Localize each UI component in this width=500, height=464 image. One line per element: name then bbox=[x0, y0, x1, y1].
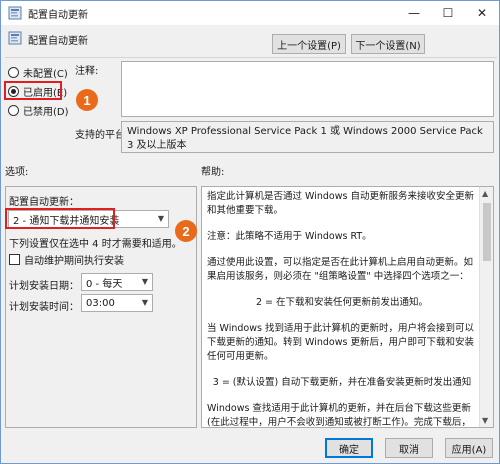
schedule-time-select[interactable]: 03:00 ▼ bbox=[81, 294, 153, 312]
radio-disabled[interactable]: 已禁用(D) bbox=[8, 103, 69, 118]
next-setting-button[interactable]: 下一个设置(N) bbox=[351, 34, 425, 54]
radio-label: 已禁用(D) bbox=[23, 106, 69, 118]
help-section-label: 帮助: bbox=[201, 167, 225, 178]
maintenance-checkbox[interactable] bbox=[9, 253, 20, 265]
help-paragraph: 3 = (默认设置) 自动下载更新，并在准备安装更新时发出通知 bbox=[212, 377, 472, 388]
highlight-enabled bbox=[4, 81, 62, 100]
select-value: 0 - 每天 bbox=[86, 278, 123, 290]
policy-icon bbox=[8, 6, 22, 20]
schedule-note: 下列设置仅在选中 4 时才需要和适用。 bbox=[9, 239, 182, 250]
scroll-down-icon[interactable]: ▼ bbox=[482, 416, 488, 425]
cancel-button[interactable]: 取消 bbox=[385, 438, 433, 458]
chevron-down-icon: ▼ bbox=[141, 277, 148, 286]
help-scrollbar[interactable]: ▲ ▼ bbox=[479, 187, 493, 427]
maximize-button[interactable]: ☐ bbox=[431, 1, 465, 25]
help-paragraph: 指定此计算机是否通过 Windows 自动更新服务来接收安全更新和其他重要下载。 bbox=[207, 191, 474, 216]
scroll-thumb[interactable] bbox=[483, 203, 491, 261]
divider bbox=[5, 57, 497, 58]
apply-button[interactable]: 应用(A) bbox=[445, 438, 493, 458]
close-button[interactable]: ✕ bbox=[465, 1, 499, 25]
chevron-down-icon: ▼ bbox=[157, 214, 164, 223]
help-paragraph: 当 Windows 找到适用于此计算机的更新时，用户将会接到可以下载更新的通知。… bbox=[207, 323, 474, 362]
schedule-day-label: 计划安装日期： bbox=[9, 281, 79, 292]
help-panel[interactable]: 指定此计算机是否通过 Windows 自动更新服务来接收安全更新和其他重要下载。… bbox=[201, 186, 494, 428]
help-paragraph: 注意：此策略不适用于 Windows RT。 bbox=[207, 231, 372, 242]
scroll-up-icon[interactable]: ▲ bbox=[482, 189, 488, 198]
help-paragraph: 2 = 在下载和安装任何更新前发出通知。 bbox=[255, 297, 429, 308]
chevron-down-icon: ▼ bbox=[141, 298, 148, 307]
radio-not-configured[interactable]: 未配置(C) bbox=[8, 65, 68, 80]
ok-button[interactable]: 确定 bbox=[325, 438, 373, 458]
schedule-time-label: 计划安装时间： bbox=[9, 302, 79, 313]
radio-circle[interactable] bbox=[8, 66, 19, 78]
annotation-badge-1: 1 bbox=[76, 89, 98, 111]
prev-setting-button[interactable]: 上一个设置(P) bbox=[272, 34, 346, 54]
schedule-day-select[interactable]: 0 - 每天 ▼ bbox=[81, 273, 153, 291]
policy-icon bbox=[8, 31, 22, 45]
comment-textarea[interactable] bbox=[121, 61, 494, 117]
setting-title: 配置自动更新 bbox=[28, 36, 88, 47]
maintenance-checkbox-row[interactable]: 自动维护期间执行安装 bbox=[9, 252, 124, 267]
dialog-window: 配置自动更新 — ☐ ✕ 配置自动更新 上一个设置(P) 下一个设置(N) 未配… bbox=[0, 0, 500, 464]
select-value: 03:00 bbox=[86, 297, 115, 309]
auto-update-label: 配置自动更新： bbox=[9, 197, 79, 208]
comment-label: 注释: bbox=[75, 66, 99, 77]
help-paragraph: 通过使用此设置，可以指定是否在此计算机上启用自动更新。如果启用该服务，则必须在 … bbox=[207, 257, 474, 282]
help-paragraph: Windows 查找适用于此计算机的更新，并在后台下载这些更新 (在此过程中，用… bbox=[207, 403, 471, 428]
checkbox-label: 自动维护期间执行安装 bbox=[24, 255, 124, 267]
radio-label: 未配置(C) bbox=[23, 68, 68, 80]
window-title: 配置自动更新 bbox=[28, 10, 88, 21]
radio-circle[interactable] bbox=[8, 104, 19, 116]
minimize-button[interactable]: — bbox=[397, 1, 431, 25]
options-section-label: 选项: bbox=[5, 167, 29, 178]
highlight-mode bbox=[5, 208, 115, 229]
platform-value: Windows XP Professional Service Pack 1 或… bbox=[121, 121, 494, 153]
title-bar: 配置自动更新 — ☐ ✕ bbox=[1, 1, 499, 25]
help-text: 指定此计算机是否通过 Windows 自动更新服务来接收安全更新和其他重要下载。… bbox=[207, 190, 477, 428]
